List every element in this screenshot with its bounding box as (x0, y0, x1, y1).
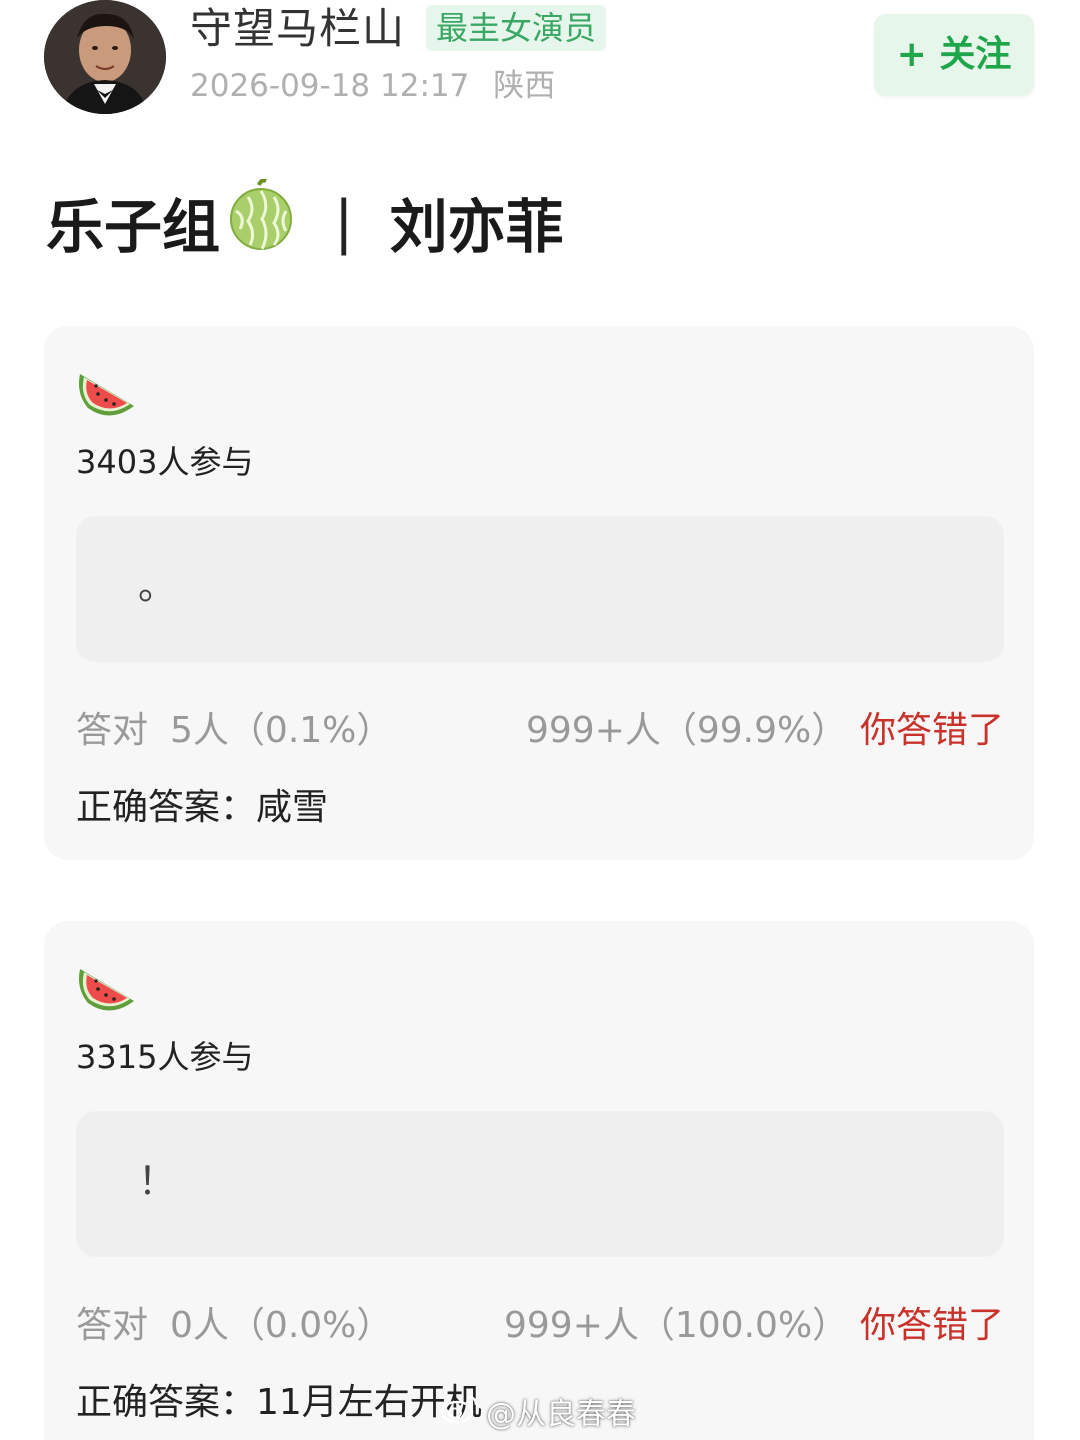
correct-answer: 正确答案：11月左右开机 (76, 1382, 482, 1423)
watermelon-icon (76, 364, 138, 418)
question-box: ！ (76, 1111, 1004, 1257)
correct-label: 答对 (76, 710, 149, 751)
watermark-text: @从良春春 (486, 1397, 636, 1432)
quiz-card[interactable]: 3315人参与 ！ 答对 0人（0.0%） 999+人（100.0%） 你答错了 … (44, 921, 1034, 1440)
quiz-stats: 答对 5人（0.1%） 999+人（99.9%） 你答错了 (76, 706, 1004, 756)
post-location: 陕西 (493, 68, 556, 104)
participant-count: 3315人参与 (76, 1038, 254, 1076)
title-left: 乐子组 (46, 193, 221, 261)
post-page: 守望马栏山 最圭女演员 2026-09-18 12:17 陕西 + 关注 乐子组… (0, 0, 1080, 1440)
correct-label: 答对 (76, 1305, 149, 1346)
correct-count: 0人（0.0%） (170, 1305, 393, 1346)
title-separator: | (334, 188, 354, 256)
follow-button[interactable]: + 关注 (874, 14, 1034, 96)
post-timestamp: 2026-09-18 12:17 (190, 68, 470, 104)
quiz-stats: 答对 0人（0.0%） 999+人（100.0%） 你答错了 (76, 1301, 1004, 1351)
question-box: 。 (76, 516, 1004, 662)
username[interactable]: 守望马栏山 (190, 4, 405, 54)
correct-stat: 答对 5人（0.1%） (76, 706, 392, 756)
avatar-image (44, 0, 166, 114)
result-status: 你答错了 (859, 1305, 1004, 1346)
correct-count: 5人（0.1%） (170, 710, 393, 751)
wrong-count: 999+人（99.9%） (526, 710, 848, 751)
participant-count: 3403人参与 (76, 443, 254, 481)
watermelon-icon (76, 959, 138, 1013)
post-title: 乐子组 | 刘亦菲 (46, 178, 564, 265)
correct-stat: 答对 0人（0.0%） (76, 1301, 392, 1351)
correct-answer: 正确答案：咸雪 (76, 787, 329, 828)
avatar[interactable] (44, 0, 166, 114)
quiz-card[interactable]: 3403人参与 。 答对 5人（0.1%） 999+人（99.9%） 你答错了 正… (44, 326, 1034, 860)
weibo-icon (440, 1393, 480, 1437)
post-meta: 2026-09-18 12:17 陕西 (190, 66, 555, 106)
melon-icon (226, 178, 296, 265)
question-text: 。 (138, 564, 177, 608)
wrong-count: 999+人（100.0%） (504, 1305, 849, 1346)
user-title-badge: 最圭女演员 (426, 5, 607, 51)
question-text: ！ (138, 1159, 177, 1203)
title-right: 刘亦菲 (389, 193, 564, 261)
watermark: @从良春春 (440, 1394, 636, 1436)
result-status: 你答错了 (859, 710, 1004, 751)
